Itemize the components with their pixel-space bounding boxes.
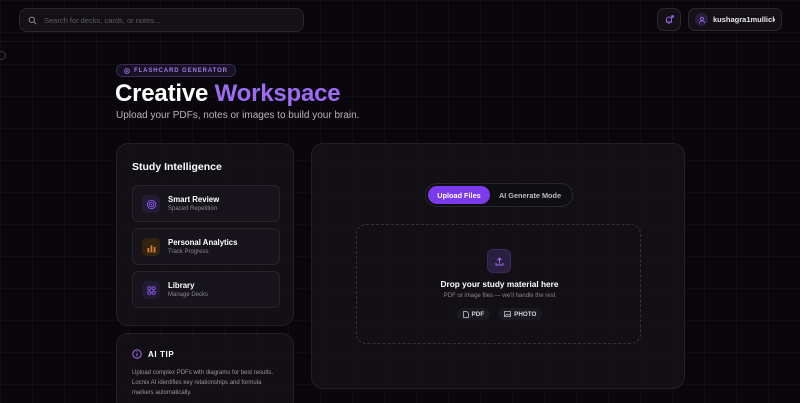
target-icon — [142, 195, 160, 213]
page-title: Creative Workspace — [115, 80, 341, 108]
sparkle-icon — [124, 67, 130, 74]
page-subtitle: Upload your PDFs, notes or images to bui… — [116, 110, 360, 121]
file-type-chips: PDF PHOTO — [357, 308, 642, 320]
sidebar-toggle[interactable] — [0, 51, 6, 60]
avatar — [695, 13, 708, 26]
drop-subtitle: PDF or image files — we'll handle the re… — [443, 293, 556, 299]
panel-title: Study Intelligence — [132, 161, 222, 173]
personal-analytics-item[interactable]: Personal Analytics Track Progress — [132, 228, 280, 265]
mode-switch: Upload Files AI Generate Mode — [425, 183, 573, 207]
ai-tip-panel: AI TIP Upload complex PDFs with diagrams… — [116, 333, 294, 403]
photo-chip-label: PHOTO — [514, 310, 537, 318]
tab-ai-generate-mode[interactable]: AI Generate Mode — [490, 191, 570, 200]
item-title: Smart Review — [168, 195, 220, 204]
drop-title: Drop your study material here — [440, 279, 559, 289]
item-subtitle: Spaced Repetition — [168, 206, 218, 212]
tab-upload-files[interactable]: Upload Files — [428, 186, 490, 204]
search-icon — [28, 16, 37, 24]
library-item[interactable]: Library Manage Decks — [132, 271, 280, 308]
pdf-chip: PDF — [456, 308, 491, 320]
username: kushagra1mullick... — [713, 15, 775, 24]
notification-dot — [671, 15, 674, 18]
study-intelligence-panel: Study Intelligence Smart Review Spaced R… — [116, 143, 294, 326]
item-subtitle: Track Progress — [168, 249, 209, 255]
search-bar[interactable] — [19, 8, 304, 32]
section-badge: FLASHCARD GENERATOR — [116, 64, 236, 77]
tip-header: AI TIP — [132, 349, 174, 359]
notifications-button[interactable] — [657, 8, 681, 31]
tip-title: AI TIP — [148, 349, 175, 359]
item-subtitle: Manage Decks — [168, 292, 209, 298]
item-title: Personal Analytics — [168, 238, 238, 247]
user-icon — [698, 16, 705, 23]
top-bar: kushagra1mullick... — [0, 0, 800, 42]
photo-chip: PHOTO — [498, 308, 543, 320]
tip-body: Upload complex PDFs with diagrams for be… — [132, 370, 274, 396]
title-plain: Creative — [115, 80, 215, 107]
grid-icon — [142, 281, 160, 299]
bar-chart-icon — [142, 238, 160, 256]
item-title: Library — [168, 281, 195, 290]
user-menu-button[interactable]: kushagra1mullick... — [688, 8, 782, 31]
info-icon — [132, 349, 142, 359]
pdf-chip-label: PDF — [471, 310, 485, 318]
title-accent: Workspace — [214, 80, 341, 107]
image-icon — [504, 311, 512, 317]
smart-review-item[interactable]: Smart Review Spaced Repetition — [132, 185, 280, 222]
search-input[interactable] — [44, 15, 284, 25]
drop-zone[interactable]: Drop your study material here PDF or ima… — [356, 224, 641, 344]
document-icon — [462, 310, 469, 318]
badge-label: FLASHCARD GENERATOR — [134, 67, 228, 74]
upload-panel: Upload Files AI Generate Mode Drop your … — [311, 143, 685, 389]
upload-icon — [487, 249, 511, 273]
